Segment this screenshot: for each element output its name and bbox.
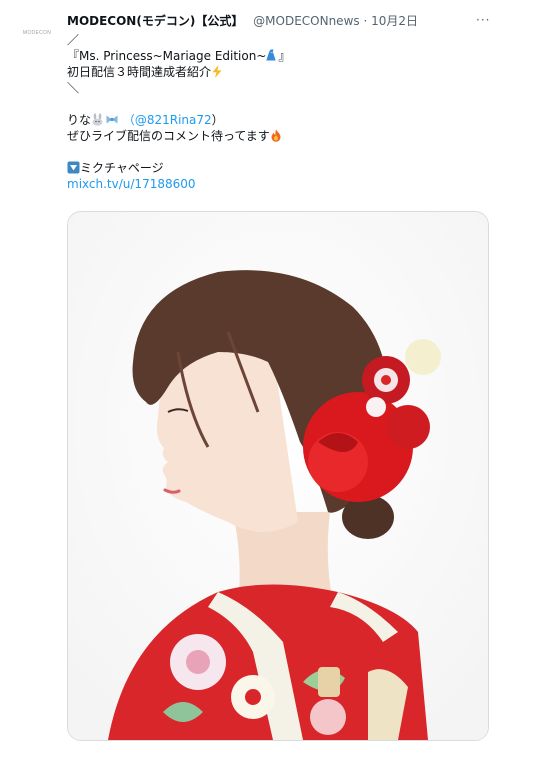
author-name[interactable]: MODECON(モデコン)【公式】 — [67, 14, 243, 28]
text-line-6: ぜひライブ配信のコメント待ってます — [67, 128, 487, 144]
link-label: ミクチャページ — [80, 161, 164, 175]
avatar[interactable]: MODECON — [14, 26, 60, 40]
dress-icon — [266, 49, 278, 66]
line3-text: 初日配信３時間達成者紹介 — [67, 65, 212, 79]
tweet-text: ／ 『Ms. Princess~Mariage Edition~ 』 初日配信３時… — [67, 32, 487, 192]
text-line-1: ／ — [67, 33, 80, 47]
text-line-2: 『Ms. Princess~Mariage Edition~ 』 — [67, 48, 487, 64]
line6-text: ぜひライブ配信のコメント待ってます — [67, 129, 270, 143]
more-options-icon[interactable]: ··· — [476, 12, 490, 30]
text-line-3: 初日配信３時間達成者紹介 — [67, 64, 487, 80]
tweet-card[interactable]: MODECON MODECON(モデコン)【公式】 @MODECONnews ·… — [0, 0, 534, 772]
text-line-5: りな （@821Rina72） — [67, 112, 487, 128]
mention-close: ） — [211, 113, 224, 127]
photo-illustration — [68, 212, 488, 740]
tweet-header: MODECON(モデコン)【公式】 @MODECONnews · 10月2日 — [67, 12, 490, 30]
tweet-photo[interactable] — [67, 211, 489, 741]
fire-icon — [270, 129, 282, 146]
title-text: 『Ms. Princess~Mariage Edition~ — [67, 49, 267, 63]
lightning-icon — [211, 65, 223, 82]
author-handle-and-date[interactable]: @MODECONnews · 10月2日 — [253, 14, 418, 28]
text-line-7: ミクチャページ — [67, 160, 487, 176]
text-line-4: ＼ — [67, 81, 80, 95]
text-line-8: mixch.tv/u/17188600 — [67, 176, 487, 192]
mention-open: （ — [122, 113, 135, 127]
url-link[interactable]: mixch.tv/u/17188600 — [67, 177, 196, 191]
mention-link[interactable]: @821Rina72 — [135, 113, 212, 127]
title-close: 』 — [278, 49, 291, 63]
name-prefix: りな — [67, 113, 92, 127]
